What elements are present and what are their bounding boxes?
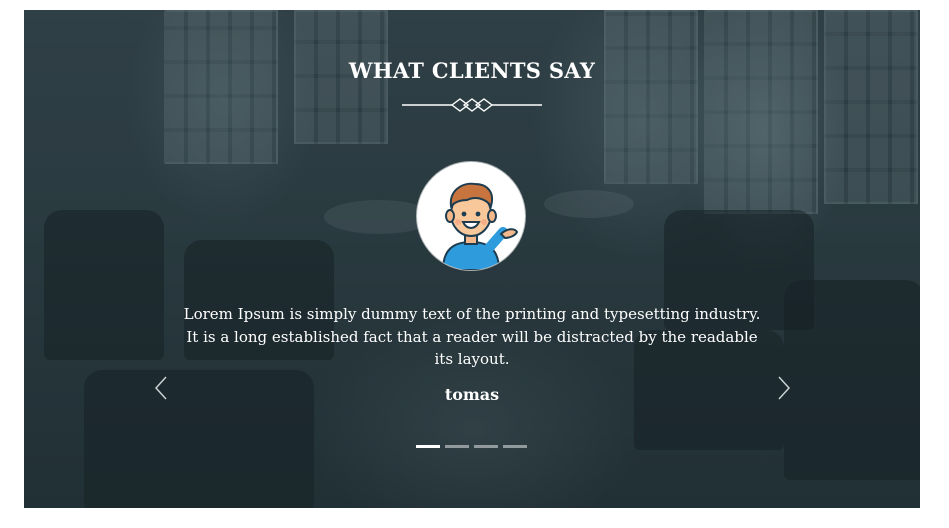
slider-dot-1[interactable] [416, 445, 440, 448]
chevron-left-icon [154, 376, 167, 400]
testimonial-quote: Lorem Ipsum is simply dummy text of the … [183, 305, 761, 368]
slider-pagination [416, 445, 527, 449]
ornament-divider-icon [402, 98, 542, 112]
waving-man-avatar-icon [441, 182, 519, 270]
slider-dot-3[interactable] [474, 445, 498, 448]
slider-dot-2[interactable] [445, 445, 469, 448]
section-title: WHAT CLIENTS SAY [348, 58, 596, 83]
slider-prev-button[interactable] [152, 375, 172, 401]
testimonial-section: WHAT CLIENTS SAY Lorem Ipsum is simply d… [24, 10, 920, 508]
chevron-right-icon [778, 376, 791, 400]
slider-next-button[interactable] [773, 375, 793, 401]
client-avatar [417, 162, 525, 270]
slider-dot-4[interactable] [503, 445, 527, 448]
